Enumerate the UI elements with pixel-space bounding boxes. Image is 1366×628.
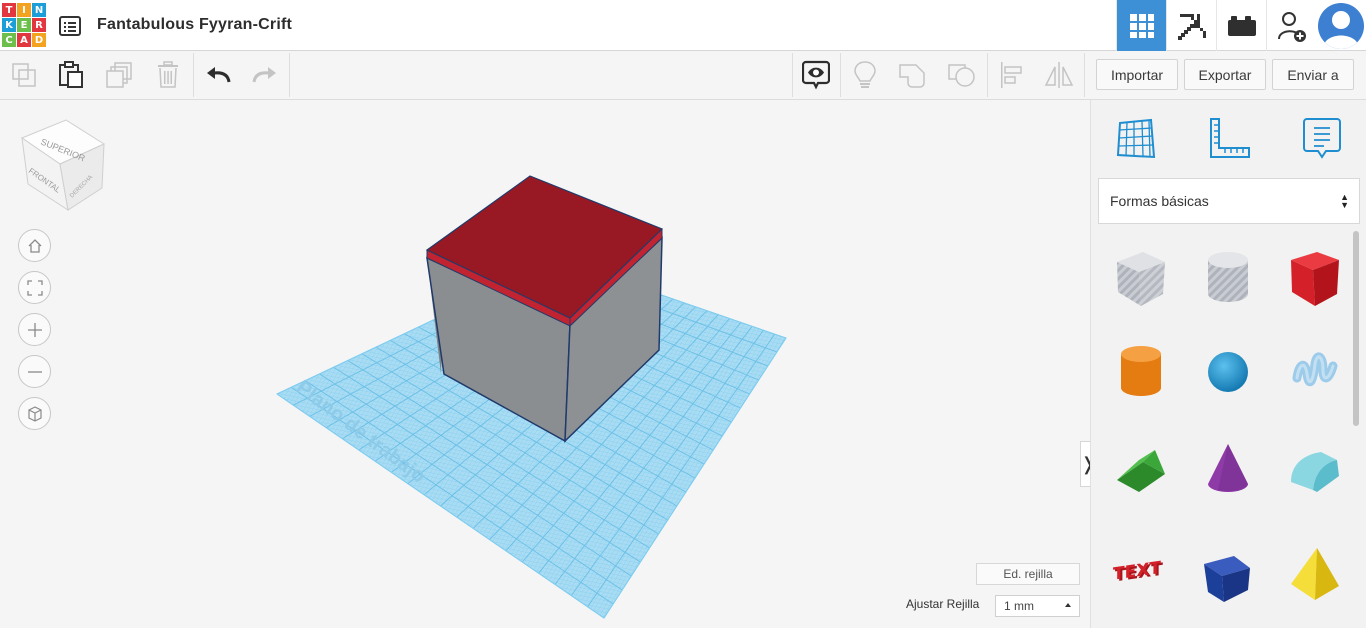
logo-letter: D — [32, 33, 46, 47]
undo-icon — [207, 67, 231, 83]
scene-canvas[interactable]: Plano de trabajo — [0, 100, 1090, 628]
logo-letter: N — [32, 3, 46, 17]
design-title[interactable]: Fantabulous Fyyran-Crift — [97, 16, 292, 34]
triangle-up-icon — [1065, 603, 1071, 607]
shape-roof[interactable] — [1109, 438, 1173, 502]
logo-letter: C — [2, 33, 16, 47]
mirror-button[interactable] — [1035, 51, 1083, 99]
tinkercad-logo[interactable]: T I N K E R C A D — [2, 3, 46, 48]
design-menu-icon[interactable] — [58, 14, 82, 38]
lightbulb-button[interactable] — [841, 51, 889, 99]
minus-icon — [27, 370, 42, 373]
tab-blocks[interactable] — [1166, 0, 1216, 51]
delete-button[interactable] — [144, 51, 192, 99]
shape-cylinder-hole[interactable] — [1196, 246, 1260, 310]
paste-button[interactable] — [47, 51, 95, 99]
snap-grid-select[interactable]: 1 mm — [995, 595, 1080, 617]
shape-sphere[interactable] — [1196, 340, 1260, 404]
add-user-icon — [1277, 11, 1306, 42]
shape-cylinder[interactable] — [1109, 340, 1173, 404]
tab-bricks[interactable] — [1216, 0, 1266, 51]
pickaxe-icon — [1177, 13, 1206, 40]
shapes-panel: Formas básicas ▲ ▼ TEXT TEXT — [1090, 100, 1366, 628]
shape-box-hole[interactable] — [1109, 246, 1173, 310]
home-view-button[interactable] — [18, 229, 51, 262]
duplicate-icon — [106, 62, 132, 88]
perspective-button[interactable] — [18, 397, 51, 430]
fit-view-button[interactable] — [18, 271, 51, 304]
shape-prism[interactable] — [1196, 542, 1260, 606]
shape-scribble[interactable] — [1283, 340, 1347, 404]
view-cube[interactable]: SUPERIOR FRONTAL DERECHA — [14, 114, 110, 218]
shape-category-value: Formas básicas — [1110, 193, 1209, 209]
paste-icon — [59, 61, 83, 88]
panel-scrollbar[interactable] — [1353, 231, 1359, 426]
copy-button[interactable] — [0, 51, 48, 99]
eye-bubble-icon — [802, 60, 830, 90]
notes-visibility-button[interactable] — [792, 51, 840, 99]
note-icon — [1303, 118, 1341, 159]
plus-icon — [27, 322, 42, 337]
fit-icon — [26, 279, 43, 296]
trash-icon — [158, 61, 178, 88]
brick-icon — [1227, 15, 1256, 36]
cube-icon — [27, 405, 42, 422]
logo-letter: E — [17, 18, 31, 32]
redo-icon — [252, 67, 276, 83]
logo-letter: I — [17, 3, 31, 17]
logo-letter: R — [32, 18, 46, 32]
ungroup-button[interactable] — [938, 51, 986, 99]
shape-cone[interactable] — [1196, 438, 1260, 502]
send-to-button[interactable]: Enviar a — [1272, 59, 1354, 90]
duplicate-button[interactable] — [96, 51, 144, 99]
shape-category-select[interactable]: Formas básicas ▲ ▼ — [1098, 178, 1360, 224]
redo-button[interactable] — [241, 51, 289, 99]
shape-text[interactable]: TEXT TEXT — [1109, 542, 1173, 606]
ruler-tool[interactable] — [1205, 114, 1253, 162]
logo-letter: A — [17, 33, 31, 47]
snap-grid-label: Ajustar Rejilla — [906, 597, 980, 611]
export-button[interactable]: Exportar — [1184, 59, 1266, 90]
lightbulb-icon — [854, 61, 876, 88]
group-button[interactable] — [889, 51, 937, 99]
copy-icon — [12, 63, 36, 87]
undo-button[interactable] — [194, 51, 242, 99]
shape-pyramid[interactable] — [1283, 542, 1347, 606]
shape-box[interactable] — [1283, 246, 1347, 310]
tab-invite[interactable] — [1266, 0, 1316, 51]
edit-toolbar: Importar Exportar Enviar a — [0, 51, 1366, 100]
top-bar: T I N K E R C A D Fantabulous Fyyran-Cri… — [0, 0, 1366, 51]
workspace-viewport[interactable]: Plano de trabajo SUPERIOR FRONTAL DERECH… — [0, 100, 1096, 628]
align-button[interactable] — [987, 51, 1035, 99]
workplane-tool[interactable] — [1112, 114, 1160, 162]
notes-tool[interactable] — [1298, 114, 1346, 162]
avatar[interactable] — [1318, 3, 1364, 49]
align-icon — [1001, 62, 1022, 88]
snap-grid-value: 1 mm — [1004, 599, 1034, 613]
workplane-icon — [1116, 118, 1156, 159]
updown-arrows-icon: ▲ ▼ — [1340, 192, 1349, 210]
ungroup-icon — [948, 64, 975, 87]
tab-3d-design[interactable] — [1116, 0, 1166, 51]
logo-letter: T — [2, 3, 16, 17]
mirror-icon — [1044, 62, 1074, 88]
shape-round-roof[interactable] — [1283, 438, 1347, 502]
group-icon — [899, 64, 925, 88]
zoom-in-button[interactable] — [18, 313, 51, 346]
edit-grid-button[interactable]: Ed. rejilla — [976, 563, 1080, 585]
ruler-icon — [1210, 118, 1250, 158]
grid-icon — [1129, 13, 1154, 38]
zoom-out-button[interactable] — [18, 355, 51, 388]
home-icon — [28, 238, 41, 253]
import-button[interactable]: Importar — [1096, 59, 1178, 90]
logo-letter: K — [2, 18, 16, 32]
